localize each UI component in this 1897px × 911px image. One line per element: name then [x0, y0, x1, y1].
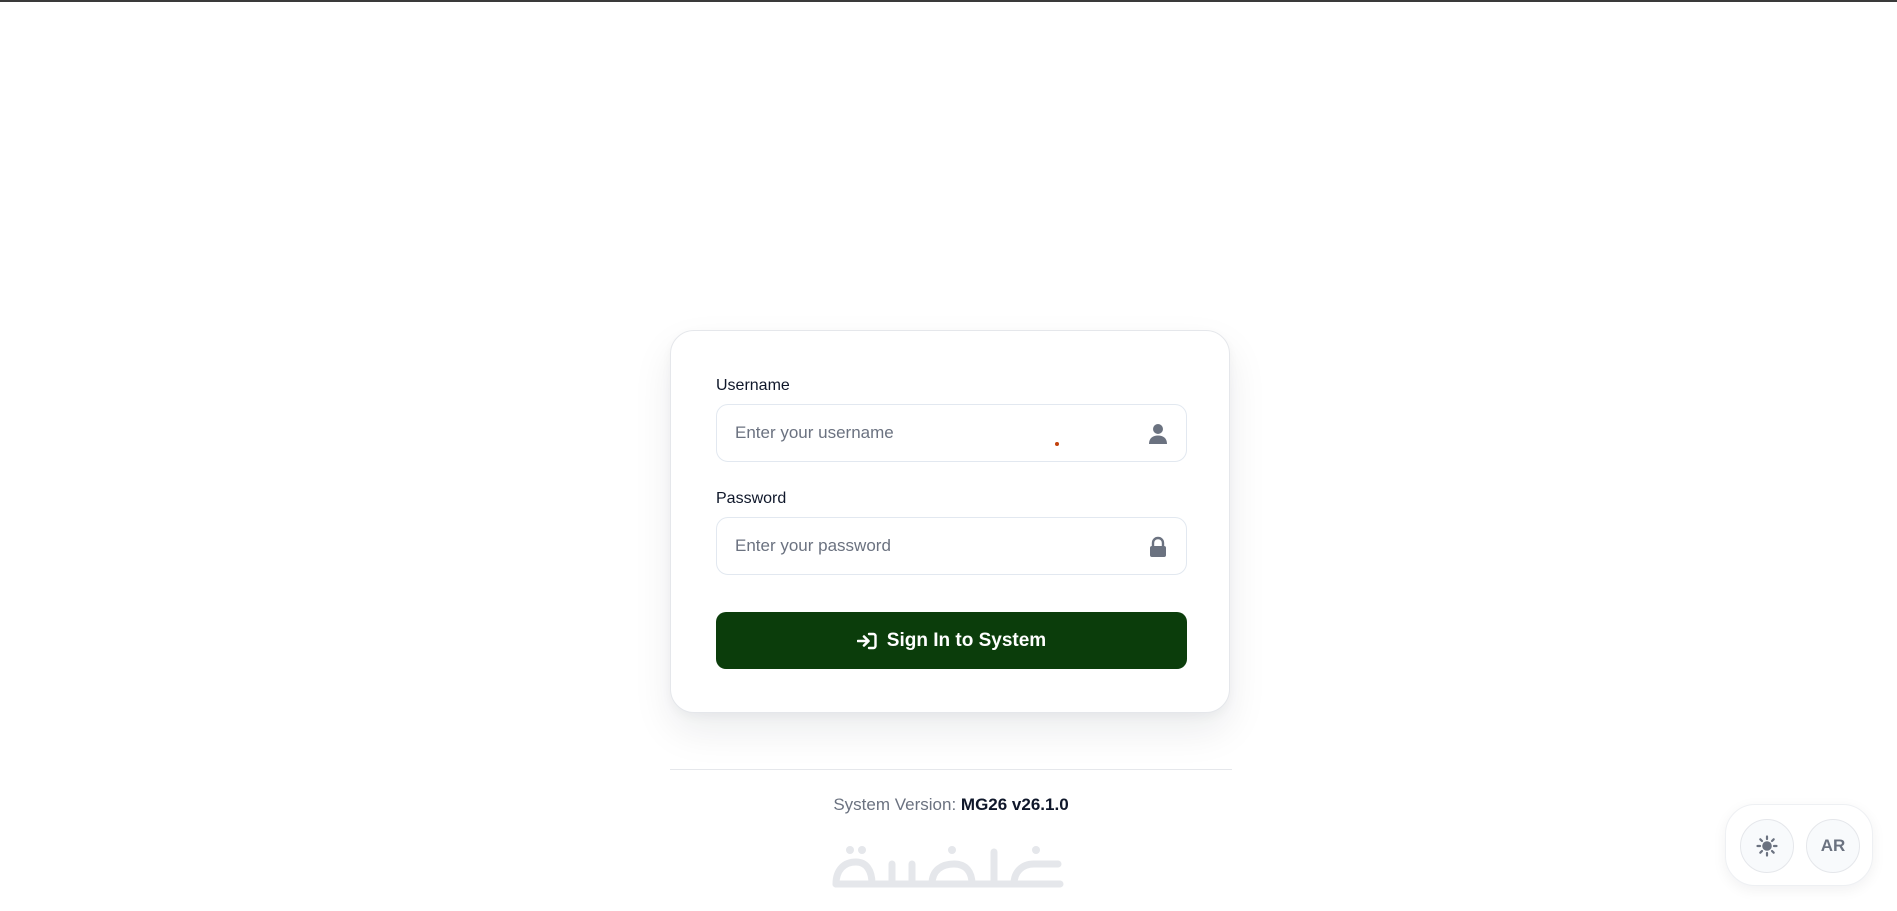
- username-label: Username: [716, 377, 790, 394]
- sign-in-button[interactable]: Sign In to System: [716, 612, 1187, 669]
- password-label: Password: [716, 490, 787, 507]
- top-border: [0, 0, 1897, 2]
- sign-in-icon: [856, 632, 877, 649]
- cursor-indicator: [1055, 442, 1059, 446]
- floating-controls: AR: [1725, 804, 1873, 886]
- password-input[interactable]: [735, 518, 1135, 574]
- theme-toggle-button[interactable]: [1740, 819, 1794, 873]
- sign-in-label: Sign In to System: [886, 629, 1047, 651]
- password-field[interactable]: [716, 517, 1187, 575]
- khamsat-logo: [832, 846, 1064, 888]
- version-value: MG26 v26.1.0: [960, 795, 1069, 814]
- system-version: System Version: MG26 v26.1.0: [670, 795, 1232, 815]
- user-icon: [1149, 424, 1167, 444]
- version-label: System Version:: [833, 795, 957, 814]
- sun-icon: [1756, 835, 1778, 857]
- login-card: Username Password Sign In to System: [670, 330, 1230, 713]
- username-field[interactable]: [716, 404, 1187, 462]
- lock-icon: [1150, 536, 1166, 557]
- footer-divider: [670, 769, 1232, 770]
- language-label: AR: [1820, 836, 1846, 855]
- username-input[interactable]: [735, 405, 1135, 461]
- language-toggle-button[interactable]: AR: [1806, 819, 1860, 873]
